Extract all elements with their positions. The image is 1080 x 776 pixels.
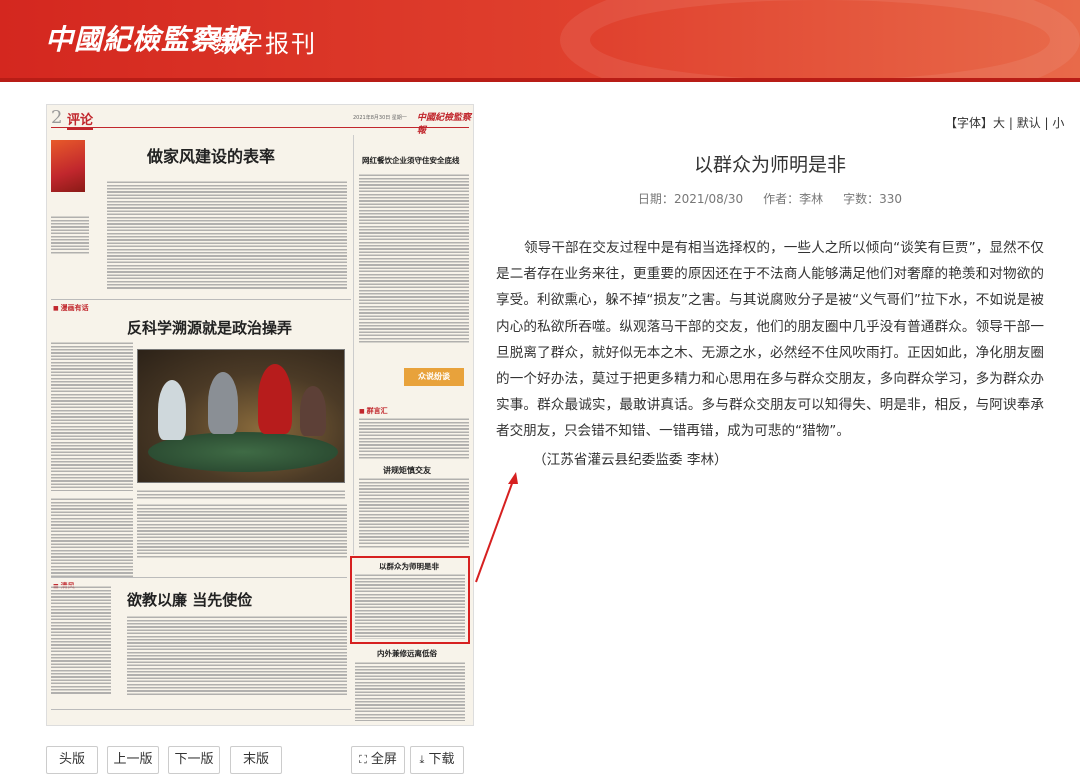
article-thumbnail	[51, 140, 85, 192]
article-text-block[interactable]	[51, 341, 133, 491]
last-page-button[interactable]: 末版	[230, 746, 282, 774]
prev-page-button[interactable]: 上一版	[107, 746, 159, 774]
font-separator: |	[1005, 116, 1017, 130]
first-page-button[interactable]: 头版	[46, 746, 98, 774]
column-stamp: 众说纷谈	[404, 368, 464, 386]
page-footer-rule	[51, 709, 351, 710]
column-divider	[353, 135, 354, 555]
section-tag-cartoon: 漫画有话	[53, 303, 89, 313]
article-headline-vulgar[interactable]: 内外兼修远离低俗	[377, 648, 437, 659]
cartoon-figure	[208, 372, 238, 434]
newspaper-page[interactable]: 2 评论 2021年8月30日 星期一 中國紀檢監察報 做家风建设的表率 网红餐…	[46, 104, 474, 726]
download-icon: ⤓	[419, 753, 425, 766]
section-divider	[51, 299, 351, 300]
pointer-arrow-icon	[475, 472, 518, 583]
header-decoration	[560, 0, 1080, 82]
fullscreen-label: 全屏	[370, 752, 397, 767]
next-page-button[interactable]: 下一版	[168, 746, 220, 774]
cartoon-caption	[137, 489, 345, 499]
article-title: 以群众为师明是非	[693, 154, 846, 176]
site-subtitle: 数字报刊	[213, 30, 317, 58]
article-text-block[interactable]	[137, 503, 347, 558]
article-headline-science[interactable]: 反科学溯源就是政治操弄	[127, 317, 292, 338]
cartoon-figure	[158, 380, 186, 440]
cartoon-figure	[300, 386, 326, 436]
article-headline-food[interactable]: 网红餐饮企业须守住安全底线	[362, 155, 472, 166]
date-label: 日期：	[637, 192, 674, 206]
download-button[interactable]: ⤓ 下载	[410, 746, 464, 774]
editorial-cartoon[interactable]	[137, 349, 345, 483]
page-masthead: 中國紀檢監察報	[417, 113, 472, 136]
article-text-block[interactable]	[51, 215, 89, 255]
article-text-block[interactable]	[127, 615, 347, 695]
article-text-block[interactable]	[359, 477, 469, 549]
font-default-button[interactable]: 默认	[1017, 116, 1041, 130]
article-date: 2021/08/30	[673, 192, 744, 206]
section-tag-comments: 群言汇	[359, 406, 388, 416]
font-separator: |	[1040, 116, 1053, 130]
article-text-block[interactable]	[355, 573, 465, 639]
article-meta: 日期：2021/08/30 作者：李林 字数：330	[500, 190, 1040, 207]
font-small-button[interactable]: 小	[1052, 116, 1064, 130]
article-author: 李林	[799, 192, 824, 206]
article-headline-frugal[interactable]: 欲教以廉 当先使俭	[127, 589, 252, 610]
article-headline-family[interactable]: 做家风建设的表率	[147, 143, 275, 167]
words-label: 字数：	[843, 192, 880, 206]
word-count: 330	[879, 192, 903, 206]
font-label: 【字体】	[945, 116, 994, 130]
article-signature: （江苏省灌云县纪委监委 李林）	[533, 452, 728, 468]
site-header: 中國紀檢監察報 数字报刊	[0, 0, 1080, 82]
article-headline-rules[interactable]: 讲规矩慎交友	[383, 465, 431, 476]
page-number: 2	[51, 107, 63, 128]
fullscreen-icon: ⛶	[359, 753, 367, 766]
author-label: 作者：	[763, 192, 800, 206]
cartoon-figure	[258, 364, 292, 434]
article-text-block[interactable]	[355, 661, 465, 721]
article-text-block[interactable]	[107, 180, 347, 290]
article-headline-selected[interactable]: 以群众为师明是非	[379, 561, 439, 572]
article-text-block[interactable]	[359, 173, 469, 343]
article-body: 领导干部在交友过程中是有相当选择权的，一些人之所以倾向“谈笑有巨贾”，显然不仅是…	[496, 240, 1044, 440]
article-text-block[interactable]	[359, 417, 469, 459]
article-text-block[interactable]	[51, 497, 133, 577]
section-divider	[51, 577, 347, 578]
font-large-button[interactable]: 大	[993, 116, 1005, 130]
article-text-block[interactable]	[51, 585, 111, 695]
fullscreen-button[interactable]: ⛶ 全屏	[351, 746, 405, 774]
page-date: 2021年8月30日 星期一	[353, 115, 407, 121]
page-rule	[51, 127, 469, 128]
download-label: 下载	[428, 752, 455, 767]
font-size-controls: 【字体】大 | 默认 | 小	[945, 114, 1064, 131]
